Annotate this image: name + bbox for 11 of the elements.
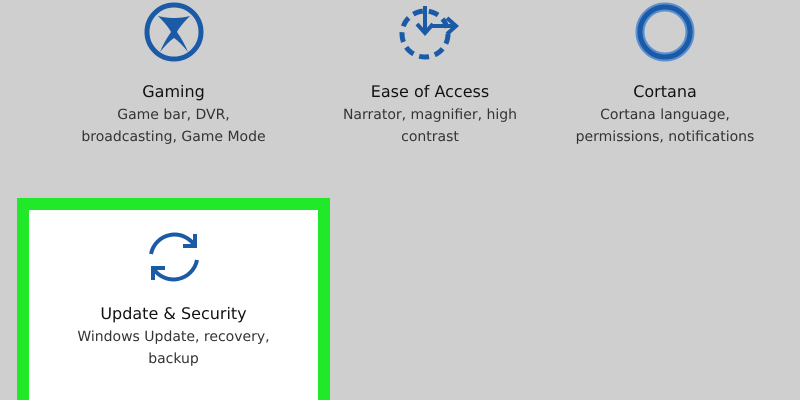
category-description: Windows Update, recovery, backup [76,328,271,369]
category-title: Update & Security [100,304,247,323]
category-description: Narrator, magnifier, high contrast [342,106,518,147]
cortana-icon [635,2,695,62]
xbox-icon [144,2,204,62]
category-title: Ease of Access [370,82,490,101]
settings-tile[interactable]: Update & Security Windows Update, recovery, backup [17,198,330,400]
category-description: Game bar, DVR, broadcasting, Game Mode [80,106,267,147]
category-title: Cortana [633,82,697,101]
category-description: Cortana language, permissions, notifications [574,106,756,147]
category-title: Gaming [142,82,205,101]
